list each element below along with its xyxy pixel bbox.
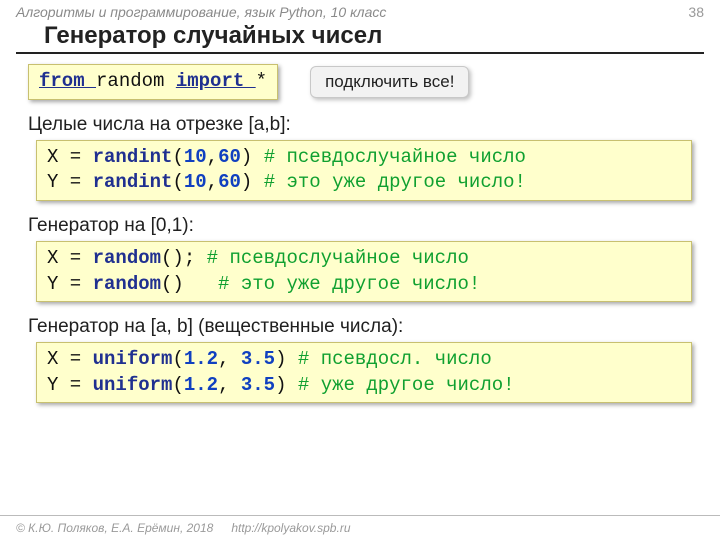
mod-random: random	[96, 70, 176, 92]
fn-randint: randint	[93, 146, 173, 168]
fn-random: random	[93, 273, 161, 295]
fn-random: random	[93, 247, 161, 269]
code-text: )	[275, 348, 298, 370]
section2-label: Генератор на [0,1):	[28, 215, 692, 237]
fn-randint: randint	[93, 171, 173, 193]
code-text: ,	[207, 171, 218, 193]
kw-from: from	[39, 70, 96, 92]
comment: # это уже другое число!	[264, 171, 526, 193]
code-text: X =	[47, 247, 93, 269]
import-star: *	[256, 70, 267, 92]
code-text: X =	[47, 146, 93, 168]
footer-copyright: © К.Ю. Поляков, Е.А. Ерёмин, 2018	[16, 521, 213, 535]
page-number: 38	[688, 4, 704, 20]
num-literal: 1.2	[184, 348, 218, 370]
page-title: Генератор случайных чисел	[16, 22, 704, 54]
code-text: (	[172, 171, 183, 193]
num-literal: 60	[218, 171, 241, 193]
comment: # псевдосл. число	[298, 348, 492, 370]
code-text: ();	[161, 247, 207, 269]
page-header: Алгоритмы и программирование, язык Pytho…	[0, 0, 720, 22]
kw-import: import	[176, 70, 256, 92]
import-row: from random import * подключить все!	[28, 64, 692, 100]
code-text: ,	[218, 374, 241, 396]
content: from random import * подключить все! Цел…	[0, 64, 720, 403]
code-text: )	[241, 146, 264, 168]
section3-label: Генератор на [a, b] (вещественные числа)…	[28, 316, 692, 338]
course-label: Алгоритмы и программирование, язык Pytho…	[16, 4, 386, 20]
section3-codebox: X = uniform(1.2, 3.5) # псевдосл. число …	[36, 342, 692, 403]
comment: # уже другое число!	[298, 374, 515, 396]
comment: # это уже другое число!	[218, 273, 480, 295]
code-text: )	[275, 374, 298, 396]
num-literal: 10	[184, 171, 207, 193]
fn-uniform: uniform	[93, 374, 173, 396]
footer-url: http://kpolyakov.spb.ru	[231, 521, 350, 535]
num-literal: 3.5	[241, 374, 275, 396]
comment: # псевдослучайное число	[264, 146, 526, 168]
callout-bubble: подключить все!	[310, 66, 469, 98]
section1-codebox: X = randint(10,60) # псевдослучайное чис…	[36, 140, 692, 201]
code-text: Y =	[47, 374, 93, 396]
import-codebox: from random import *	[28, 64, 278, 100]
code-text: (	[172, 348, 183, 370]
num-literal: 3.5	[241, 348, 275, 370]
fn-uniform: uniform	[93, 348, 173, 370]
section2-codebox: X = random(); # псевдослучайное число Y …	[36, 241, 692, 302]
code-text: )	[241, 171, 264, 193]
code-text: ,	[207, 146, 218, 168]
section1-label: Целые числа на отрезке [a,b]:	[28, 114, 692, 136]
num-literal: 60	[218, 146, 241, 168]
num-literal: 1.2	[184, 374, 218, 396]
footer: © К.Ю. Поляков, Е.А. Ерёмин, 2018 http:/…	[0, 515, 720, 540]
code-text: (	[172, 146, 183, 168]
code-text: X =	[47, 348, 93, 370]
code-text: ,	[218, 348, 241, 370]
code-text: (	[172, 374, 183, 396]
comment: # псевдослучайное число	[207, 247, 469, 269]
code-text: Y =	[47, 273, 93, 295]
code-text: Y =	[47, 171, 93, 193]
num-literal: 10	[184, 146, 207, 168]
code-text: ()	[161, 273, 218, 295]
